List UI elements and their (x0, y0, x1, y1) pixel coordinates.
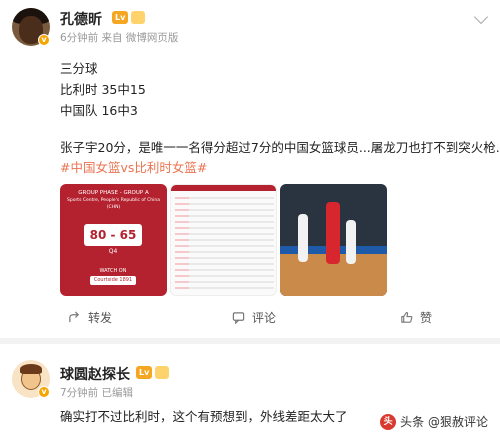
table-row (175, 227, 274, 229)
table-row (175, 209, 274, 211)
watermark: 头 头条 @狠赦评论 (380, 413, 488, 430)
watermark-text: 头条 @狠赦评论 (400, 415, 488, 429)
level-badge: Lv (136, 366, 153, 379)
table-row (175, 275, 274, 277)
author-name[interactable]: 孔德昕 (60, 9, 102, 29)
table-cell (175, 263, 189, 265)
weibo-post: v 孔德昕 Lv 6分钟前 来自 微博网页版 三分球 比利时 35中15 中国队… (0, 0, 500, 340)
commenter-name[interactable]: 球圆赵探长 (60, 364, 130, 384)
table-cell (175, 269, 189, 271)
level-badge: Lv (112, 11, 129, 24)
table-cell (175, 257, 189, 259)
chevron-down-icon[interactable] (473, 9, 489, 25)
fan-badge-icon (155, 366, 169, 379)
table-row (175, 281, 274, 283)
comment-icon[interactable] (232, 311, 245, 324)
comment-button[interactable]: 评论 (252, 309, 276, 326)
thumbs-up-icon[interactable] (400, 311, 413, 324)
table-row (175, 245, 274, 247)
table-cell (175, 203, 189, 205)
verified-icon: v (38, 386, 50, 398)
table-row (175, 197, 274, 199)
comment-body: 确实打不过比利时，这个有预想到，外线差距太大了 (60, 409, 348, 424)
table-cell (175, 245, 189, 247)
forward-icon[interactable] (68, 311, 81, 324)
post-meta: 6分钟前 来自 微博网页版 (60, 32, 179, 44)
courtside-button: Courtside 1891 (90, 276, 136, 285)
scorecard-image[interactable]: GROUP PHASE - GROUP A Sports Centre, Peo… (60, 184, 167, 296)
scorecard-header: GROUP PHASE - GROUP A Sports Centre, Peo… (66, 190, 160, 210)
post-line-2: 比利时 35中15 (60, 82, 146, 97)
avatar-hair (20, 364, 42, 374)
table-row (175, 287, 274, 289)
table-cell (175, 251, 189, 253)
period-label: Q4 (108, 248, 118, 255)
table-cell (175, 221, 189, 223)
player-figure (298, 214, 308, 262)
table-cell (175, 287, 189, 289)
table-row (175, 215, 274, 217)
table-cell (175, 233, 189, 235)
table-row (175, 221, 274, 223)
table-cell (175, 215, 189, 217)
table-row (175, 263, 274, 265)
post-line-3: 中国队 16中3 (60, 103, 138, 118)
post-body: 张子宇20分，是唯一一名得分超过7分的中国女篮球员...屠龙刀也打不到突火枪.. (60, 140, 500, 155)
table-header-bar (171, 185, 276, 191)
score-display: 80 - 65 (84, 224, 142, 246)
table-row (175, 269, 274, 271)
table-row (175, 239, 274, 241)
table-cell (175, 197, 189, 199)
forward-button[interactable]: 转发 (88, 309, 112, 326)
table-row (175, 257, 274, 259)
player-figure (326, 202, 340, 264)
table-cell (175, 239, 189, 241)
table-cell (175, 227, 189, 229)
table-cell (175, 275, 189, 277)
fan-badge-icon (131, 11, 145, 24)
verified-icon: v (38, 34, 50, 46)
hashtag-link[interactable]: #中国女篮vs比利时女篮# (60, 157, 207, 176)
post-line-1: 三分球 (60, 61, 98, 76)
table-row (175, 203, 274, 205)
stats-table-image[interactable] (170, 184, 277, 296)
game-photo-image[interactable] (280, 184, 387, 296)
toutiao-logo-icon: 头 (380, 413, 397, 430)
comment-post: v 球圆赵探长 Lv 7分钟前 已编辑 确实打不过比利时，这个有预想到，外线差距… (0, 344, 500, 440)
table-row (175, 233, 274, 235)
like-button[interactable]: 赞 (420, 309, 432, 326)
table-cell (175, 209, 189, 211)
table-cell (175, 281, 189, 283)
watch-on-label: WATCH ON (99, 268, 127, 274)
table-row (175, 251, 274, 253)
player-figure (346, 220, 356, 264)
comment-meta: 7分钟前 已编辑 (60, 387, 134, 399)
